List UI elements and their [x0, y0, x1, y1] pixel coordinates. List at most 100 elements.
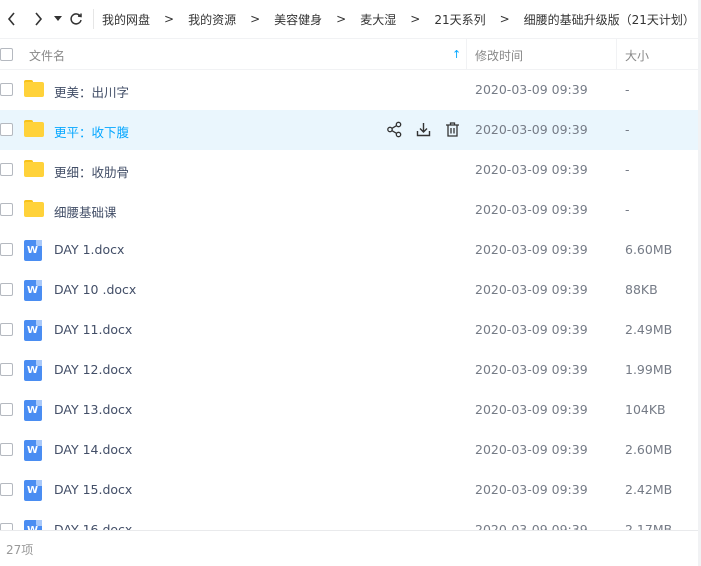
- file-row[interactable]: W DAY 14.docx 2020-03-09 09:39 2.60MB: [0, 430, 701, 470]
- file-name[interactable]: DAY 14.docx: [54, 442, 132, 457]
- file-name[interactable]: 更细：收肋骨: [54, 162, 129, 181]
- file-size: 104KB: [625, 402, 666, 417]
- file-modified-time: 2020-03-09 09:39: [475, 282, 588, 297]
- share-icon[interactable]: [386, 121, 403, 138]
- breadcrumb-item-my-drive[interactable]: 我的网盘: [100, 11, 152, 28]
- file-modified-time: 2020-03-09 09:39: [475, 362, 588, 377]
- breadcrumb-item-beauty-fitness[interactable]: 美容健身: [272, 11, 324, 28]
- file-size: 2.49MB: [625, 322, 673, 337]
- column-header-modified-time[interactable]: 修改时间: [475, 47, 523, 64]
- history-dropdown-button[interactable]: [52, 0, 64, 38]
- word-document-icon: W: [24, 320, 42, 341]
- forward-button[interactable]: [28, 0, 48, 38]
- back-button[interactable]: [2, 0, 22, 38]
- file-list[interactable]: 更美：出川字 2020-03-09 09:39 - 更平：收下腹 2020-03…: [0, 70, 701, 530]
- row-checkbox[interactable]: [0, 283, 13, 296]
- top-nav-bar: 我的网盘 > 我的资源 > 美容健身 > 麦大湿 > 21天系列 > 细腰的基础…: [0, 0, 701, 38]
- breadcrumb-item-my-resources[interactable]: 我的资源: [186, 11, 238, 28]
- file-row[interactable]: W DAY 15.docx 2020-03-09 09:39 2.42MB: [0, 470, 701, 510]
- file-size: -: [625, 162, 630, 177]
- row-actions: [386, 121, 461, 138]
- divider: [93, 9, 94, 29]
- file-name[interactable]: DAY 11.docx: [54, 322, 132, 337]
- file-name[interactable]: 更美：出川字: [54, 82, 129, 101]
- download-icon[interactable]: [415, 121, 432, 138]
- item-count: 27项: [6, 543, 34, 557]
- row-checkbox[interactable]: [0, 443, 13, 456]
- row-checkbox[interactable]: [0, 363, 13, 376]
- refresh-icon: [70, 13, 82, 25]
- file-modified-time: 2020-03-09 09:39: [475, 242, 588, 257]
- caret-down-icon: [54, 16, 62, 21]
- word-document-icon: W: [24, 400, 42, 421]
- file-name[interactable]: DAY 13.docx: [54, 402, 132, 417]
- row-checkbox[interactable]: [0, 483, 13, 496]
- row-checkbox[interactable]: [0, 523, 13, 530]
- row-checkbox[interactable]: [0, 83, 13, 96]
- file-row[interactable]: W DAY 16.docx 2020-03-09 09:39 2.17MB: [0, 510, 701, 530]
- word-icon-letter: W: [27, 245, 39, 256]
- file-size: 6.60MB: [625, 242, 673, 257]
- breadcrumb-item-current-folder[interactable]: 细腰的基础升级版（21天计划）: [522, 11, 697, 28]
- row-checkbox[interactable]: [0, 243, 13, 256]
- select-all-checkbox[interactable]: [0, 48, 13, 61]
- row-checkbox[interactable]: [0, 323, 13, 336]
- word-document-icon: W: [24, 280, 42, 301]
- file-name[interactable]: DAY 10 .docx: [54, 282, 136, 297]
- column-header-name[interactable]: 文件名: [29, 47, 65, 64]
- file-modified-time: 2020-03-09 09:39: [475, 202, 588, 217]
- row-checkbox[interactable]: [0, 403, 13, 416]
- file-row[interactable]: 更美：出川字 2020-03-09 09:39 -: [0, 70, 701, 110]
- sort-ascending-icon[interactable]: ↑: [452, 48, 461, 61]
- file-row[interactable]: W DAY 10 .docx 2020-03-09 09:39 88KB: [0, 270, 701, 310]
- row-checkbox[interactable]: [0, 203, 13, 216]
- word-document-icon: W: [24, 520, 42, 530]
- folder-icon: [24, 160, 44, 177]
- file-row[interactable]: 细腰基础课 2020-03-09 09:39 -: [0, 190, 701, 230]
- file-modified-time: 2020-03-09 09:39: [475, 522, 588, 530]
- word-document-icon: W: [24, 360, 42, 381]
- breadcrumb-separator: >: [410, 12, 421, 26]
- file-row[interactable]: W DAY 13.docx 2020-03-09 09:39 104KB: [0, 390, 701, 430]
- column-divider[interactable]: [616, 39, 617, 70]
- file-name[interactable]: DAY 12.docx: [54, 362, 132, 377]
- file-name[interactable]: DAY 15.docx: [54, 482, 132, 497]
- file-row[interactable]: W DAY 12.docx 2020-03-09 09:39 1.99MB: [0, 350, 701, 390]
- file-size: 1.99MB: [625, 362, 673, 377]
- column-header-size[interactable]: 大小: [625, 47, 649, 64]
- row-checkbox[interactable]: [0, 163, 13, 176]
- breadcrumb-item-maidashi[interactable]: 麦大湿: [358, 11, 398, 28]
- word-icon-letter: W: [27, 365, 39, 376]
- breadcrumb: 我的网盘 > 我的资源 > 美容健身 > 麦大湿 > 21天系列 > 细腰的基础…: [100, 11, 701, 28]
- word-icon-letter: W: [27, 405, 39, 416]
- breadcrumb-separator: >: [499, 12, 510, 26]
- word-document-icon: W: [24, 440, 42, 461]
- file-modified-time: 2020-03-09 09:39: [475, 122, 588, 137]
- file-name[interactable]: DAY 1.docx: [54, 242, 124, 257]
- column-divider[interactable]: [466, 39, 467, 70]
- file-size: 2.60MB: [625, 442, 673, 457]
- file-modified-time: 2020-03-09 09:39: [475, 162, 588, 177]
- file-row[interactable]: 更细：收肋骨 2020-03-09 09:39 -: [0, 150, 701, 190]
- file-row[interactable]: W DAY 1.docx 2020-03-09 09:39 6.60MB: [0, 230, 701, 270]
- breadcrumb-separator: >: [164, 12, 175, 26]
- folder-icon: [24, 80, 44, 97]
- file-size: 2.17MB: [625, 522, 673, 530]
- breadcrumb-separator: >: [336, 12, 347, 26]
- file-name[interactable]: 更平：收下腹: [54, 122, 129, 141]
- refresh-button[interactable]: [67, 0, 85, 38]
- file-name[interactable]: 细腰基础课: [54, 202, 117, 221]
- file-name[interactable]: DAY 16.docx: [54, 522, 132, 530]
- file-modified-time: 2020-03-09 09:39: [475, 402, 588, 417]
- row-checkbox[interactable]: [0, 123, 13, 136]
- file-row[interactable]: W DAY 11.docx 2020-03-09 09:39 2.49MB: [0, 310, 701, 350]
- word-icon-letter: W: [27, 485, 39, 496]
- breadcrumb-item-21-day-series[interactable]: 21天系列: [432, 11, 487, 28]
- chevron-right-icon: [35, 12, 43, 26]
- delete-icon[interactable]: [444, 121, 461, 138]
- chevron-left-icon: [7, 12, 15, 26]
- file-row-hovered[interactable]: 更平：收下腹 2020-03-09 09:39 -: [0, 110, 701, 150]
- word-icon-letter: W: [27, 445, 39, 456]
- folder-icon: [24, 200, 44, 217]
- word-document-icon: W: [24, 240, 42, 261]
